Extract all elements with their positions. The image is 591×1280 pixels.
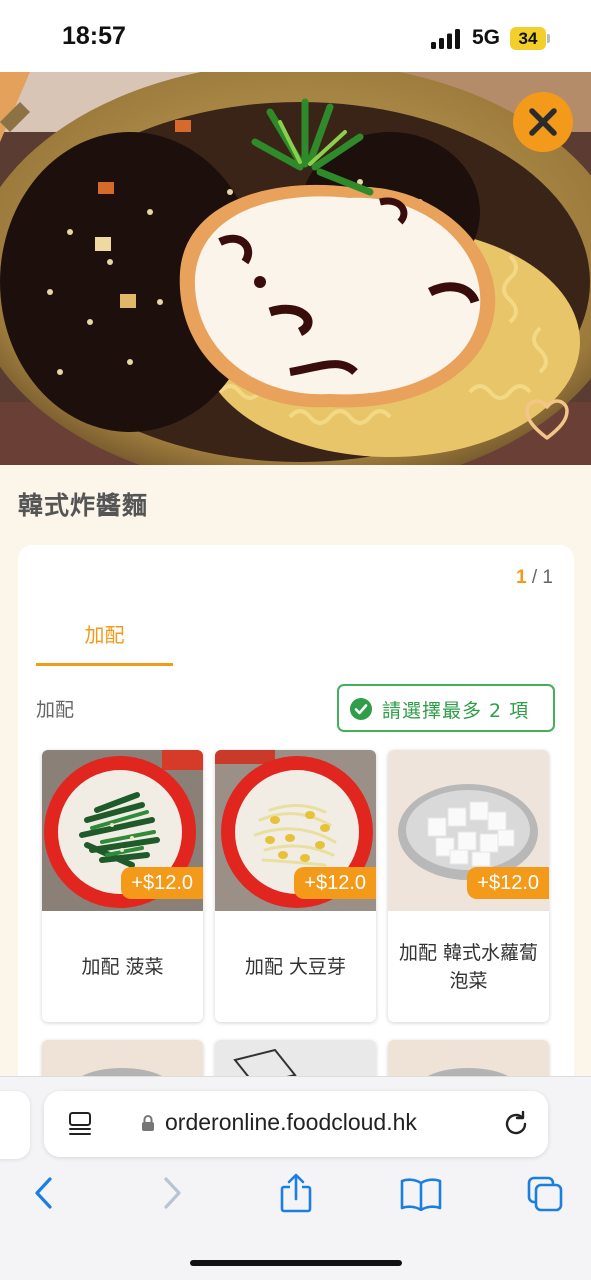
step-pager: 1 / 1 (516, 567, 553, 589)
option-price: +$12.0 (294, 867, 376, 899)
battery-nub (547, 34, 550, 43)
bookmarks-icon[interactable] (400, 1177, 442, 1211)
share-icon[interactable] (279, 1172, 313, 1214)
pager-separator: / (526, 567, 543, 588)
close-button[interactable] (513, 92, 573, 152)
lock-icon (142, 1115, 154, 1131)
status-time: 18:57 (62, 22, 126, 50)
page-menu-icon[interactable] (67, 1111, 93, 1137)
option-price: +$12.0 (121, 867, 203, 899)
favorite-button[interactable] (524, 398, 570, 442)
dish-photo (0, 72, 591, 465)
close-icon (529, 108, 557, 136)
option-name: 加配 韓式水蘿蔔泡菜 (398, 941, 539, 992)
url-text: orderonline.foodcloud.hk (165, 1109, 417, 1135)
option-card-soybean-sprouts[interactable]: +$12.0 加配 大豆芽 (215, 750, 376, 1022)
option-card-radish-kimchi[interactable]: +$12.0 加配 韓式水蘿蔔泡菜 (388, 750, 549, 1022)
reload-icon[interactable] (502, 1110, 530, 1138)
option-group-label: 加配 (36, 699, 75, 721)
home-indicator[interactable] (190, 1260, 402, 1266)
option-price: +$12.0 (467, 867, 549, 899)
option-name: 加配 大豆芽 (244, 955, 347, 978)
jajangmyeon-photo-icon (0, 72, 591, 465)
network-type: 5G (472, 26, 501, 49)
tab-addons-label: 加配 (84, 623, 125, 647)
battery-icon: 34 (510, 27, 546, 50)
options-card: 1 / 1 加配 加配 請選擇最多 2 項 +$12.0 加配 菠菜 +$12.… (18, 545, 574, 1105)
pager-total: 1 (542, 567, 553, 588)
option-card-spinach[interactable]: +$12.0 加配 菠菜 (42, 750, 203, 1022)
selection-rule-text: 請選擇最多 2 項 (382, 700, 530, 722)
option-name: 加配 菠菜 (81, 955, 164, 978)
address-bar[interactable]: orderonline.foodcloud.hk (44, 1091, 548, 1157)
forward-icon[interactable] (160, 1175, 184, 1211)
previous-tab-peek[interactable] (0, 1091, 30, 1159)
back-icon[interactable] (32, 1175, 56, 1211)
status-bar: 18:57 5G 34 (0, 0, 591, 72)
dish-title: 韓式炸醬麵 (18, 491, 149, 520)
tab-addons[interactable]: 加配 (36, 603, 173, 666)
cellular-signal-icon (431, 29, 460, 49)
check-circle-icon (350, 698, 372, 720)
tabs-icon[interactable] (526, 1175, 564, 1213)
heart-icon (525, 399, 569, 440)
tab-active-underline (36, 663, 173, 666)
pager-current: 1 (516, 567, 527, 588)
selection-rule-badge: 請選擇最多 2 項 (337, 684, 555, 732)
